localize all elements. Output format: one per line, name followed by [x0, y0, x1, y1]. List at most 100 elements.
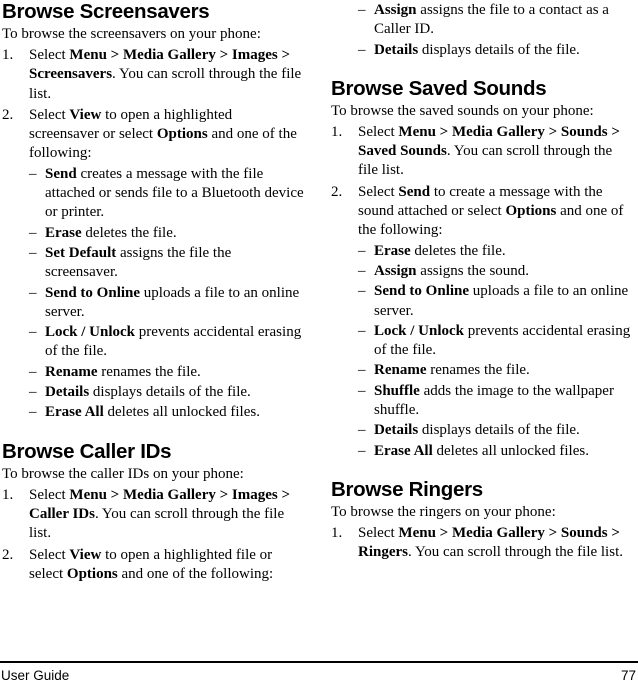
- left-column: Browse Screensavers To browse the screens…: [2, 0, 305, 584]
- en-dash-marker: –: [358, 262, 366, 279]
- sub-option-description: deletes the file.: [410, 242, 506, 259]
- sub-option-item: – Rename renames the file.: [358, 361, 634, 380]
- step-number: 2.: [2, 546, 14, 563]
- sub-option-term: Erase All: [374, 442, 433, 459]
- sub-option-item: – Details displays details of the file.: [29, 383, 305, 402]
- sub-option-item: – Shuffle adds the image to the wallpaper…: [358, 382, 634, 421]
- sub-option-description: deletes all unlocked files.: [432, 442, 589, 459]
- sub-option-item: – Lock / Unlock prevents accidental erasi…: [29, 323, 305, 362]
- step-text: Select Menu > Media Gallery > Images > S…: [29, 47, 301, 102]
- step-menu-path: Send: [398, 183, 431, 200]
- step-lead-text: Select: [358, 183, 399, 200]
- step-lead-text: Select: [29, 486, 70, 503]
- sub-option-description: displays details of the file.: [89, 384, 251, 401]
- sub-option-description: renames the file.: [97, 363, 201, 380]
- section-intro-text: To browse the ringers on your phone:: [331, 503, 556, 520]
- en-dash-marker: –: [358, 41, 366, 58]
- sub-option-item: – Assign assigns the sound.: [358, 262, 634, 281]
- en-dash-marker: –: [29, 384, 37, 401]
- step-number: 1.: [331, 123, 343, 140]
- guide-section: Browse Saved Sounds To browse the saved s…: [331, 77, 634, 461]
- sub-option-item: – Details displays details of the file.: [358, 421, 634, 440]
- step-lead-text: Select: [358, 524, 399, 541]
- sub-option-item: – Erase All deletes all unlocked files.: [29, 403, 305, 422]
- sub-option-description: displays details of the file.: [418, 422, 580, 439]
- en-dash-marker: –: [358, 362, 366, 379]
- continued-sub-list: – Assign assigns the file to a contact as…: [331, 1, 634, 60]
- sub-option-description: deletes the file.: [81, 224, 177, 241]
- sub-option-term: Assign: [374, 2, 417, 18]
- sub-option-item: – Send to Online uploads a file to an onl…: [29, 284, 305, 323]
- footer-page-number: 77: [620, 668, 636, 683]
- sub-option-list: – Send creates a message with the file at…: [29, 165, 305, 423]
- sub-option-term: Rename: [45, 363, 98, 380]
- sub-option-term: Erase: [374, 242, 411, 259]
- numbered-step-list: 1. Select Menu > Media Gallery > Images >…: [2, 486, 305, 584]
- sub-option-term: Details: [374, 41, 419, 58]
- en-dash-marker: –: [358, 242, 366, 259]
- step-text: Select Menu > Media Gallery > Sounds > S…: [358, 124, 620, 179]
- sub-option-term: Lock / Unlock: [374, 322, 465, 339]
- guide-section: Browse Screensavers To browse the screens…: [2, 0, 305, 423]
- step-number: 1.: [2, 47, 14, 63]
- sub-option-term: Rename: [374, 362, 427, 379]
- sub-option-term: Erase: [45, 224, 82, 241]
- page-columns: Browse Screensavers To browse the screens…: [0, 0, 638, 652]
- numbered-step-item: 2. Select View to open a highlighted scre…: [2, 106, 305, 423]
- sub-option-description: deletes all unlocked files.: [103, 404, 260, 421]
- numbered-step-item: 1. Select Menu > Media Gallery > Images >…: [2, 46, 305, 104]
- en-dash-marker: –: [358, 2, 366, 18]
- sub-option-description: renames the file.: [426, 362, 530, 379]
- step-options-label: Options: [156, 126, 208, 143]
- sub-option-item: – Send creates a message with the file at…: [29, 165, 305, 223]
- sub-option-term: Lock / Unlock: [45, 324, 136, 341]
- right-column-sections: Browse Saved Sounds To browse the saved s…: [331, 77, 634, 563]
- guide-section: Browse Ringers To browse the ringers on y…: [331, 478, 634, 563]
- page-footer: User Guide 77: [0, 666, 638, 688]
- numbered-step-item: 1. Select Menu > Media Gallery > Sounds >…: [331, 123, 634, 181]
- footer-divider: [0, 661, 638, 663]
- sub-option-item: – Send to Online uploads a file to an onl…: [358, 282, 634, 321]
- en-dash-marker: –: [29, 165, 37, 182]
- step-lead-text: Select: [358, 123, 399, 140]
- step-text: Select View to open a highlighted screen…: [29, 107, 297, 162]
- numbered-step-list: 1. Select Menu > Media Gallery > Sounds >…: [331, 524, 634, 563]
- sub-option-item: – Lock / Unlock prevents accidental erasi…: [358, 322, 634, 361]
- sub-option-list: – Erase deletes the file. – Assign assigns …: [358, 242, 634, 461]
- numbered-step-item: 2. Select Send to create a message with t…: [331, 183, 634, 461]
- step-menu-path: View: [69, 106, 102, 123]
- step-number: 2.: [331, 183, 343, 200]
- en-dash-marker: –: [29, 324, 37, 341]
- numbered-step-list: 1. Select Menu > Media Gallery > Sounds >…: [331, 123, 634, 461]
- section-intro-text: To browse the screensavers on your phone…: [2, 26, 261, 42]
- step-number: 1.: [2, 486, 14, 503]
- footer-document-label: User Guide: [1, 668, 70, 683]
- left-column-sections: Browse Screensavers To browse the screens…: [2, 0, 305, 584]
- sub-option-item: – Details displays details of the file.: [331, 41, 634, 60]
- step-number: 1.: [331, 524, 343, 541]
- step-text: Select Send to create a message with the…: [358, 184, 623, 239]
- sub-option-term: Send to Online: [374, 283, 470, 300]
- step-lead-text: Select: [29, 546, 70, 563]
- sub-option-item: – Erase deletes the file.: [29, 224, 305, 243]
- user-guide-page: Browse Screensavers To browse the screens…: [0, 0, 638, 688]
- sub-option-term: Set Default: [45, 244, 117, 261]
- sub-option-term: Details: [45, 384, 90, 401]
- numbered-step-item: 1. Select Menu > Media Gallery > Sounds >…: [331, 524, 634, 563]
- en-dash-marker: –: [358, 283, 366, 300]
- step-lead-text: Select: [29, 47, 70, 63]
- en-dash-marker: –: [358, 422, 366, 439]
- sub-option-term: Send: [45, 165, 77, 182]
- step-text: Select Menu > Media Gallery > Sounds > R…: [358, 525, 623, 560]
- en-dash-marker: –: [29, 404, 37, 421]
- sub-option-item: – Erase All deletes all unlocked files.: [358, 442, 634, 461]
- step-text: Select Menu > Media Gallery > Images > C…: [29, 487, 290, 542]
- numbered-step-item: 1. Select Menu > Media Gallery > Images >…: [2, 486, 305, 544]
- sub-option-term: Send to Online: [45, 284, 141, 301]
- step-tail-text: and one of the following:: [117, 565, 274, 582]
- en-dash-marker: –: [29, 284, 37, 301]
- section-heading: Browse Screensavers: [2, 0, 210, 23]
- section-heading: Browse Caller IDs: [2, 439, 172, 463]
- sub-option-term: Assign: [374, 262, 417, 279]
- step-menu-path: View: [69, 546, 102, 563]
